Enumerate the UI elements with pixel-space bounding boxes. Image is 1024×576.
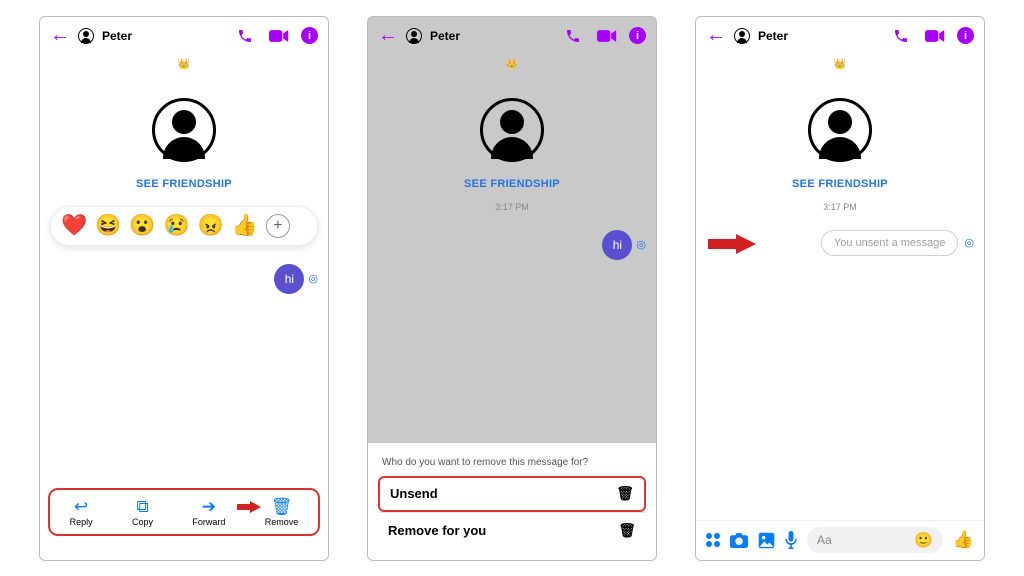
delivered-check-icon: ◎ — [308, 272, 318, 285]
unsend-option[interactable]: Unsend 🗑 — [378, 476, 646, 512]
info-icon[interactable]: i — [957, 27, 974, 44]
see-friendship-link[interactable]: SEE FRIENDSHIP — [368, 178, 656, 190]
contact-name[interactable]: Peter — [758, 29, 788, 43]
profile-avatar-large[interactable] — [480, 98, 544, 162]
see-friendship-link[interactable]: SEE FRIENDSHIP — [696, 178, 984, 190]
thumbs-up-icon[interactable]: 👍 — [953, 530, 974, 550]
gallery-icon[interactable] — [758, 532, 775, 549]
trash-icon: 🗑 — [616, 485, 634, 502]
forward-button[interactable]: ➔ Forward — [192, 497, 225, 527]
video-call-icon[interactable] — [593, 29, 621, 43]
info-icon[interactable]: i — [629, 27, 646, 44]
trash-icon: 🗑 — [271, 497, 293, 517]
copy-icon: ⧉ — [136, 497, 148, 517]
message-input-placeholder: Aa — [817, 533, 832, 547]
apps-menu-icon[interactable] — [706, 533, 720, 547]
video-call-icon[interactable] — [921, 29, 949, 43]
message-timestamp: 3:17 PM — [368, 202, 656, 212]
crown-icon: 👑 — [696, 59, 984, 70]
contact-name[interactable]: Peter — [102, 29, 132, 43]
reaction-add-icon[interactable]: + — [266, 214, 290, 238]
profile-avatar-large[interactable] — [152, 98, 216, 162]
unsent-message-row: You unsent a message ◎ — [696, 230, 984, 256]
profile-avatar-large[interactable] — [808, 98, 872, 162]
reply-label: Reply — [70, 517, 93, 527]
copy-button[interactable]: ⧉ Copy — [132, 497, 153, 527]
see-friendship-link[interactable]: SEE FRIENDSHIP — [40, 178, 328, 190]
copy-label: Copy — [132, 517, 153, 527]
contact-name[interactable]: Peter — [430, 29, 460, 43]
forward-icon: ➔ — [202, 497, 216, 517]
sent-message-bubble[interactable]: hi — [274, 264, 304, 294]
top-bar: ← Peter i — [696, 17, 984, 55]
remove-message-sheet: Who do you want to remove this message f… — [368, 443, 656, 560]
chat-body: 👑 SEE FRIENDSHIP ❤️ 😆 😮 😢 😠 👍 + hi ◎ ↩ R… — [40, 55, 328, 560]
top-bar: ← Peter i — [40, 17, 328, 55]
reaction-laugh[interactable]: 😆 — [95, 214, 121, 238]
sheet-title: Who do you want to remove this message f… — [378, 451, 646, 476]
annotation-arrow-icon — [237, 501, 261, 513]
voice-call-icon[interactable] — [889, 28, 913, 44]
message-timestamp: 3:17 PM — [696, 202, 984, 212]
back-arrow-icon[interactable]: ← — [706, 24, 726, 47]
back-arrow-icon[interactable]: ← — [50, 24, 70, 47]
screen-2-unsend-sheet: ← Peter i 👑 SEE FRIENDSHIP 3:17 PM hi ◎ … — [367, 16, 657, 561]
reaction-cry[interactable]: 😢 — [163, 214, 189, 238]
reply-button[interactable]: ↩ Reply — [70, 497, 93, 527]
delivered-check-icon: ◎ — [636, 238, 646, 251]
delivered-check-icon: ◎ — [964, 236, 974, 249]
voice-call-icon[interactable] — [233, 28, 257, 44]
forward-label: Forward — [192, 517, 225, 527]
crown-icon: 👑 — [40, 59, 328, 70]
contact-avatar-icon[interactable] — [406, 28, 422, 44]
reaction-picker: ❤️ 😆 😮 😢 😠 👍 + — [50, 206, 318, 246]
annotation-arrow-icon — [708, 234, 756, 254]
unsend-label: Unsend — [390, 486, 438, 501]
chat-body: 👑 SEE FRIENDSHIP 3:17 PM You unsent a me… — [696, 55, 984, 560]
message-action-bar: ↩ Reply ⧉ Copy ➔ Forward 🗑 Remove — [48, 488, 320, 536]
camera-icon[interactable] — [730, 533, 748, 548]
trash-icon: 🗑 — [618, 522, 636, 539]
reaction-wow[interactable]: 😮 — [129, 214, 155, 238]
message-composer: Aa 🙂 👍 — [696, 520, 984, 560]
reaction-heart[interactable]: ❤️ — [61, 214, 87, 238]
reaction-angry[interactable]: 😠 — [198, 214, 224, 238]
sent-message-bubble[interactable]: hi — [602, 230, 632, 260]
top-bar: ← Peter i — [368, 17, 656, 55]
contact-avatar-icon[interactable] — [734, 28, 750, 44]
remove-for-you-label: Remove for you — [388, 523, 486, 538]
message-row: hi ◎ — [368, 230, 656, 260]
contact-avatar-icon[interactable] — [78, 28, 94, 44]
reply-icon: ↩ — [74, 497, 88, 517]
crown-icon: 👑 — [368, 59, 656, 70]
screen-3-unsent-result: ← Peter i 👑 SEE FRIENDSHIP 3:17 PM You u… — [695, 16, 985, 561]
voice-call-icon[interactable] — [561, 28, 585, 44]
remove-button[interactable]: 🗑 Remove — [265, 497, 299, 527]
remove-for-you-option[interactable]: Remove for you 🗑 — [378, 512, 646, 548]
reaction-like[interactable]: 👍 — [232, 214, 258, 238]
unsent-message-bubble: You unsent a message — [821, 230, 959, 256]
chat-body: 👑 SEE FRIENDSHIP 3:17 PM hi ◎ Who do you… — [368, 55, 656, 560]
screen-1-message-actions: ← Peter i 👑 SEE FRIENDSHIP ❤️ 😆 😮 😢 😠 👍 … — [39, 16, 329, 561]
message-input[interactable]: Aa 🙂 — [807, 527, 943, 553]
video-call-icon[interactable] — [265, 29, 293, 43]
message-row: hi ◎ — [40, 264, 328, 294]
remove-label: Remove — [265, 517, 299, 527]
back-arrow-icon[interactable]: ← — [378, 24, 398, 47]
microphone-icon[interactable] — [785, 531, 797, 549]
info-icon[interactable]: i — [301, 27, 318, 44]
emoji-picker-icon[interactable]: 🙂 — [914, 531, 933, 549]
